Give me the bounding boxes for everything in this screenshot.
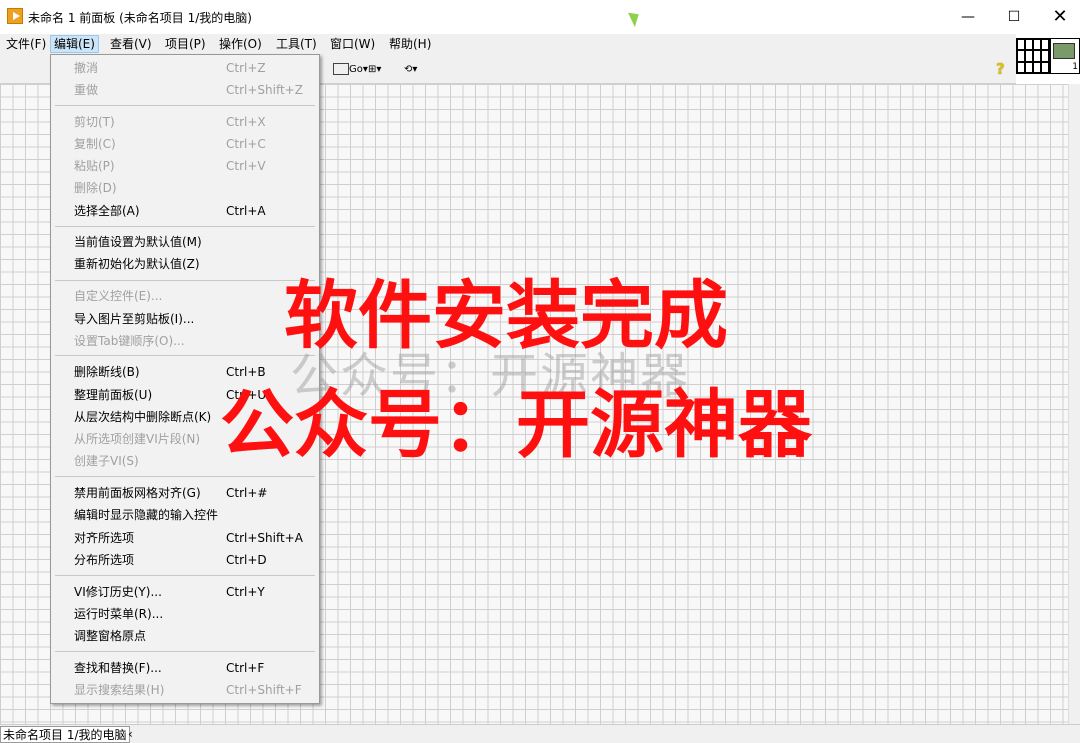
menu-separator (55, 575, 315, 576)
edit-menu-item: 设置Tab键顺序(O)... (51, 331, 319, 351)
labview-app-icon (7, 8, 23, 24)
menu-item-shortcut: Ctrl+C (226, 137, 266, 151)
edit-menu-item[interactable]: 当前值设置为默认值(M) (51, 232, 319, 252)
menu-file[interactable]: 文件(F) (3, 35, 49, 53)
menu-item-label: 编辑时显示隐藏的输入控件 (74, 508, 219, 522)
menu-view[interactable]: 查看(V) (107, 35, 155, 53)
menu-item-label: 从所选项创建VI片段(N) (74, 432, 201, 446)
window-title: 未命名 1 前面板 (未命名项目 1/我的电脑) (28, 11, 252, 25)
menu-item-shortcut: Ctrl+F (226, 661, 265, 675)
menu-item-label: 查找和替换(F)... (74, 661, 162, 675)
menu-operate[interactable]: 操作(O) (216, 35, 265, 53)
menu-project[interactable]: 项目(P) (162, 35, 209, 53)
menu-item-shortcut: Ctrl+Z (226, 61, 266, 75)
vertical-scrollbar[interactable] (1068, 84, 1080, 724)
menu-help[interactable]: 帮助(H) (386, 35, 434, 53)
menu-item-shortcut: Ctrl+Y (226, 585, 265, 599)
menu-separator (55, 476, 315, 477)
menu-item-label: 删除(D) (74, 181, 117, 195)
menu-tools[interactable]: 工具(T) (273, 35, 320, 53)
close-button[interactable]: ✕ (1037, 0, 1080, 34)
title-bar: 未命名 1 前面板 (未命名项目 1/我的电脑) — ☐ ✕ (0, 0, 1080, 34)
edit-menu-item[interactable]: 对齐所选项 Ctrl+Shift+A (51, 528, 319, 548)
distribute-label: ⊞▾ (368, 64, 382, 75)
menu-item-label: 复制(C) (74, 137, 116, 151)
menu-item-label: 撤消 (74, 61, 99, 75)
menu-item-label: 粘贴(P) (74, 159, 115, 173)
menu-item-label: 运行时菜单(R)... (74, 607, 164, 621)
menu-item-shortcut: Ctrl+# (226, 486, 268, 500)
edit-menu-item: 剪切(T) Ctrl+X (51, 112, 319, 132)
context-help-icon[interactable]: ? (996, 60, 1005, 78)
menu-item-label: 分布所选项 (74, 553, 135, 567)
menu-item-shortcut: Ctrl+Shift+F (226, 683, 302, 697)
menu-item-shortcut: Ctrl+A (226, 204, 266, 218)
edit-menu-item: 重做 Ctrl+Shift+Z (51, 80, 319, 100)
edit-menu-item: 自定义控件(E)... (51, 286, 319, 306)
maximize-button[interactable]: ☐ (991, 0, 1037, 34)
edit-menu-item[interactable]: 导入图片至剪贴板(I)... (51, 309, 319, 329)
edit-menu-item: 显示搜索结果(H) Ctrl+Shift+F (51, 680, 319, 700)
menu-item-shortcut: Ctrl+D (226, 553, 267, 567)
edit-menu-item[interactable]: 重新初始化为默认值(Z) (51, 254, 319, 274)
menu-item-label: 重新初始化为默认值(Z) (74, 257, 200, 271)
menu-item-label: 导入图片至剪贴板(I)... (74, 312, 195, 326)
edit-menu-item[interactable]: 查找和替换(F)... Ctrl+F (51, 658, 319, 678)
horizontal-scrollbar[interactable]: 未命名项目 1/我的电脑 ‹ (0, 724, 1080, 743)
menu-bar: 文件(F) 编辑(E) 查看(V) 项目(P) 操作(O) 工具(T) 窗口(W… (0, 34, 1016, 54)
menu-edit[interactable]: 编辑(E) (50, 35, 99, 53)
connector-pane[interactable] (1016, 38, 1050, 74)
menu-separator (55, 280, 315, 281)
menu-item-label: 整理前面板(U) (74, 388, 153, 402)
menu-item-shortcut: Ctrl+Shift+A (226, 531, 303, 545)
menu-item-label: 选择全部(A) (74, 204, 140, 218)
edit-menu-item[interactable]: 分布所选项 Ctrl+D (51, 550, 319, 570)
vi-icon[interactable]: 1 (1050, 38, 1080, 74)
menu-item-label: 删除断线(B) (74, 365, 140, 379)
edit-menu-item[interactable]: 运行时菜单(R)... (51, 604, 319, 624)
menu-item-shortcut: Ctrl+X (226, 115, 266, 129)
vi-icon-number: 1 (1072, 62, 1078, 72)
distribute-objects-button[interactable]: ⊞▾ (368, 62, 381, 78)
menu-item-label: 调整窗格原点 (74, 629, 147, 643)
menu-item-shortcut: Ctrl+V (226, 159, 266, 173)
edit-menu-item: 删除(D) (51, 178, 319, 198)
overlay-subtitle: 公众号：开源神器 (220, 382, 812, 468)
menu-separator (55, 355, 315, 356)
edit-menu-item: 撤消 Ctrl+Z (51, 58, 319, 78)
menu-item-label: 从层次结构中删除断点(K) (74, 410, 212, 424)
align-icon (333, 63, 349, 75)
menu-window[interactable]: 窗口(W) (327, 35, 378, 53)
menu-separator (55, 651, 315, 652)
menu-item-label: 对齐所选项 (74, 531, 135, 545)
menu-item-shortcut: Ctrl+Shift+Z (226, 83, 303, 97)
edit-menu-item: 粘贴(P) Ctrl+V (51, 156, 319, 176)
edit-menu-item[interactable]: 禁用前面板网格对齐(G) Ctrl+# (51, 483, 319, 503)
minimize-button[interactable]: — (945, 0, 991, 34)
edit-menu-item[interactable]: 调整窗格原点 (51, 626, 319, 646)
menu-item-label: 创建子VI(S) (74, 454, 139, 468)
menu-separator (55, 105, 315, 106)
menu-item-label: VI修订历史(Y)... (74, 585, 162, 599)
overlay-title: 软件安装完成 (284, 273, 728, 359)
reorder-button[interactable]: ⟲▾ (404, 62, 417, 78)
menu-item-label: 自定义控件(E)... (74, 289, 163, 303)
scroll-left-arrow-icon[interactable]: ‹ (128, 726, 133, 743)
menu-item-label: 当前值设置为默认值(M) (74, 235, 202, 249)
context-status: 未命名项目 1/我的电脑 (0, 726, 130, 743)
edit-menu-item: 复制(C) Ctrl+C (51, 134, 319, 154)
menu-separator (55, 226, 315, 227)
menu-item-label: 设置Tab键顺序(O)... (74, 334, 185, 348)
menu-item-label: 剪切(T) (74, 115, 115, 129)
edit-menu-item[interactable]: 选择全部(A) Ctrl+A (51, 201, 319, 221)
edit-menu-item[interactable]: 编辑时显示隐藏的输入控件 (51, 505, 319, 525)
align-objects-button[interactable]: Go▾ (333, 62, 368, 78)
align-label: Go▾ (349, 64, 368, 75)
edit-menu-item[interactable]: VI修订历史(Y)... Ctrl+Y (51, 582, 319, 602)
menu-item-label: 禁用前面板网格对齐(G) (74, 486, 201, 500)
menu-item-label: 显示搜索结果(H) (74, 683, 165, 697)
reorder-label: ⟲▾ (404, 64, 418, 75)
menu-item-label: 重做 (74, 83, 99, 97)
